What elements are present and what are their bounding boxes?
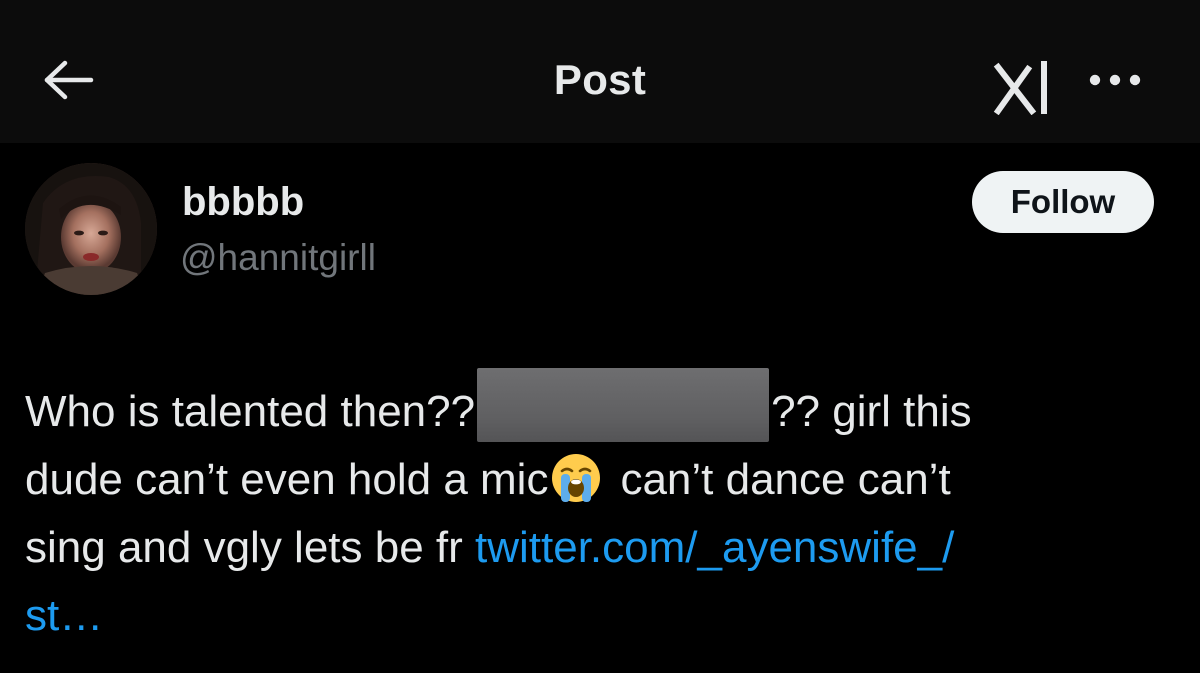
user-handle[interactable]: @hannitgirll — [180, 237, 376, 279]
post-text-segment: can’t dance can’t — [620, 455, 951, 504]
post-line: sing and vgly lets be fr twitter.com/_ay… — [25, 514, 1175, 582]
grok-button[interactable] — [988, 60, 1058, 120]
post-text-segment: Who is talented then?? — [25, 387, 476, 436]
more-horizontal-icon — [1088, 73, 1142, 92]
follow-button[interactable]: Follow — [972, 171, 1154, 233]
avatar[interactable] — [25, 163, 157, 295]
post-text: Who is talented then?? ?? girl this dude … — [25, 368, 1175, 650]
post-line: st… — [25, 582, 1175, 650]
redaction-box — [477, 368, 770, 442]
post-line: dude can’t even hold a mic can’t dance c… — [25, 446, 1175, 514]
top-bar: Post — [0, 0, 1200, 143]
post-screen: Post bbbbb @hannitgirll Follow Who is ta… — [0, 0, 1200, 673]
post-link-continued[interactable]: st… — [25, 591, 103, 640]
more-button[interactable] — [1080, 62, 1150, 102]
post-text-segment: dude can’t even hold a mic — [25, 455, 549, 504]
post-text-segment: sing and vgly lets be fr — [25, 523, 476, 572]
display-name[interactable]: bbbbb — [182, 180, 304, 225]
post-line: Who is talented then?? ?? girl this — [25, 368, 1175, 446]
loudly-crying-face-icon — [550, 452, 602, 504]
post-text-segment: ?? girl this — [771, 387, 972, 436]
grok-icon — [992, 60, 1054, 120]
post-link[interactable]: twitter.com/_ayenswife_/ — [475, 523, 954, 572]
